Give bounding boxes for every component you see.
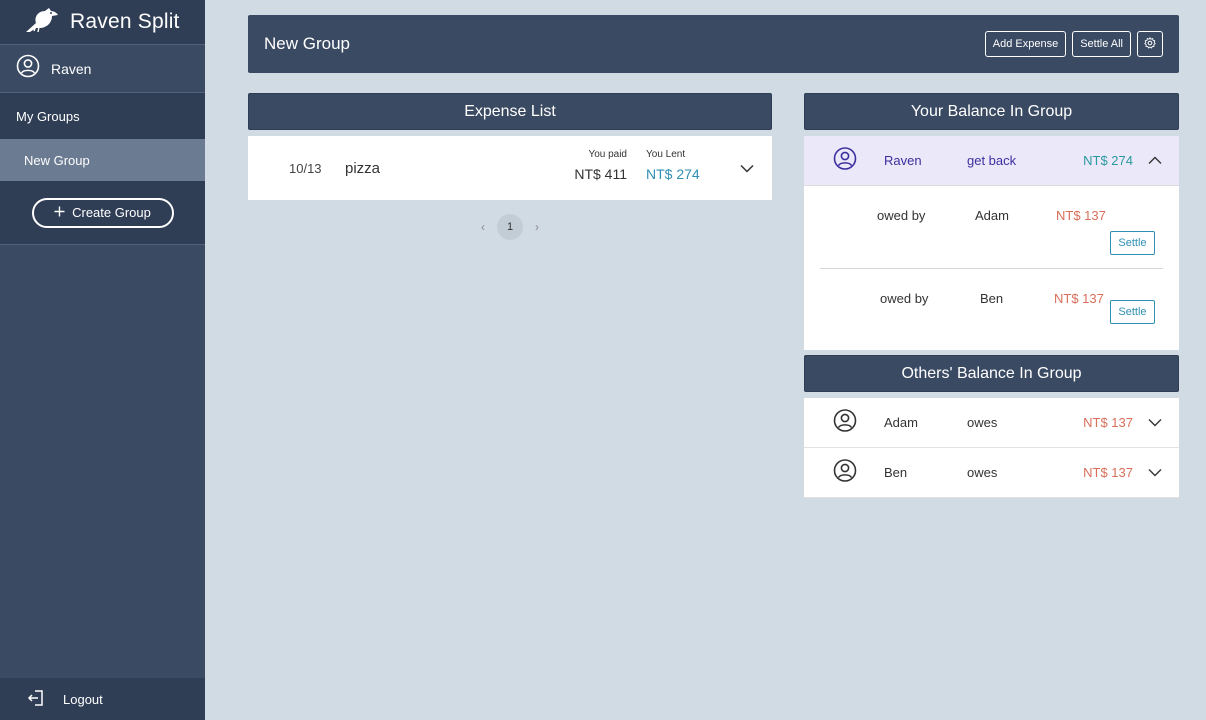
you-paid-value: NT$ 411 (574, 166, 627, 182)
pagination: ‹ 1 › (248, 214, 772, 240)
owed-list: owed by Adam NT$ 137 Settle owed by Ben … (804, 186, 1179, 350)
other-verb: owes (967, 415, 998, 430)
balance-user-name: Raven (884, 153, 922, 168)
expense-list-title: Expense List (248, 93, 772, 130)
owed-amount: NT$ 137 (1054, 291, 1104, 306)
your-balance-title: Your Balance In Group (804, 93, 1179, 130)
group-header: New Group Add Expense Settle All (248, 15, 1179, 73)
others-balance-row[interactable]: Ben owes NT$ 137 (804, 448, 1179, 498)
chevron-down-icon[interactable] (1148, 414, 1162, 432)
create-group-label: Create Group (72, 205, 151, 220)
gear-icon (1144, 36, 1156, 52)
pagination-page-1[interactable]: 1 (497, 214, 523, 240)
create-group-wrapper: Create Group (0, 181, 205, 245)
you-paid-label: You paid (588, 149, 627, 160)
settle-all-button[interactable]: Settle All (1072, 31, 1131, 57)
chevron-down-icon[interactable] (740, 160, 754, 178)
user-circle-icon (833, 146, 857, 175)
settle-button[interactable]: Settle (1110, 231, 1155, 255)
expense-list-panel: Expense List 10/13 pizza You paid NT$ 41… (248, 93, 772, 240)
balance-verb: get back (967, 153, 1017, 168)
owed-label: owed by (880, 291, 929, 306)
page-title: New Group (264, 34, 350, 53)
raven-icon (24, 6, 60, 39)
expense-item[interactable]: 10/13 pizza You paid NT$ 411 You Lent NT… (248, 136, 772, 200)
chevron-up-icon[interactable] (1148, 152, 1162, 170)
you-lent-block: You Lent NT$ 274 (646, 149, 700, 182)
expense-date: 10/13 (289, 160, 322, 176)
you-lent-value: NT$ 274 (646, 166, 700, 182)
sidebar-my-groups[interactable]: My Groups (0, 93, 205, 139)
others-balance-list: Adam owes NT$ 137 Ben owes NT$ 137 (804, 398, 1179, 498)
others-balance-title: Others' Balance In Group (804, 355, 1179, 392)
sidebar-user[interactable]: Raven (0, 45, 205, 93)
user-circle-icon (833, 408, 857, 437)
owed-amount: NT$ 137 (1056, 208, 1106, 223)
owed-person: Adam (975, 208, 1009, 223)
logout-icon (27, 689, 45, 710)
plus-icon (54, 205, 65, 220)
balance-panel: Your Balance In Group Raven get back NT$… (804, 93, 1179, 498)
balance-amount: NT$ 274 (1083, 153, 1133, 168)
header-actions: Add Expense Settle All (984, 31, 1163, 57)
sidebar: Raven Split Raven My Groups New Group Cr… (0, 0, 205, 720)
logout-label: Logout (63, 691, 103, 707)
settings-button[interactable] (1137, 31, 1163, 57)
you-paid-block: You paid NT$ 411 (574, 149, 627, 182)
chevron-down-icon[interactable] (1148, 464, 1162, 482)
create-group-button[interactable]: Create Group (31, 197, 174, 228)
other-user-name: Ben (884, 465, 908, 480)
others-balance-row[interactable]: Adam owes NT$ 137 (804, 398, 1179, 448)
user-circle-icon (16, 54, 40, 83)
logout-button[interactable]: Logout (0, 678, 205, 720)
owed-label: owed by (877, 208, 926, 223)
other-amount: NT$ 137 (1083, 465, 1133, 480)
owed-person: Ben (980, 291, 1004, 306)
user-circle-icon (833, 458, 857, 487)
other-user-name: Adam (884, 415, 918, 430)
sidebar-item-new-group[interactable]: New Group (0, 139, 205, 181)
sidebar-user-name: Raven (51, 60, 92, 77)
add-expense-button[interactable]: Add Expense (984, 31, 1067, 57)
expense-name: pizza (345, 159, 381, 177)
other-amount: NT$ 137 (1083, 415, 1133, 430)
other-verb: owes (967, 465, 998, 480)
your-balance-row[interactable]: Raven get back NT$ 274 (804, 136, 1179, 186)
you-lent-label: You Lent (646, 149, 686, 160)
settle-button[interactable]: Settle (1110, 300, 1155, 324)
brand[interactable]: Raven Split (0, 0, 205, 45)
owed-item: owed by Adam NT$ 137 Settle (820, 186, 1163, 268)
pagination-prev[interactable]: ‹ (481, 220, 485, 234)
app-title: Raven Split (70, 10, 180, 33)
owed-item: owed by Ben NT$ 137 Settle (820, 268, 1163, 350)
pagination-next[interactable]: › (535, 220, 539, 234)
